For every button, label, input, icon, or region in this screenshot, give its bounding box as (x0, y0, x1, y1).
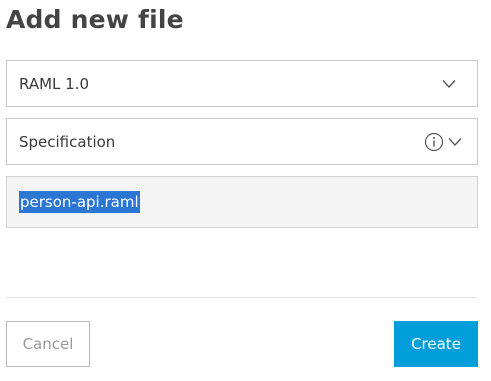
file-kind-select[interactable]: Specification (6, 118, 478, 165)
file-type-select[interactable]: RAML 1.0 (6, 60, 478, 107)
file-kind-value: Specification (19, 132, 116, 151)
info-icon[interactable] (423, 131, 445, 153)
chevron-down-icon (437, 72, 461, 96)
chevron-down-icon (445, 130, 465, 154)
footer-divider (6, 297, 478, 298)
add-file-dialog: Add new file RAML 1.0 Specification pers… (0, 0, 491, 381)
filename-selected-text: person-api.raml (19, 191, 140, 213)
filename-input[interactable]: person-api.raml (6, 176, 478, 228)
create-button[interactable]: Create (394, 321, 478, 367)
file-type-value: RAML 1.0 (19, 74, 89, 93)
cancel-button[interactable]: Cancel (6, 321, 90, 367)
dialog-title: Add new file (6, 5, 184, 34)
